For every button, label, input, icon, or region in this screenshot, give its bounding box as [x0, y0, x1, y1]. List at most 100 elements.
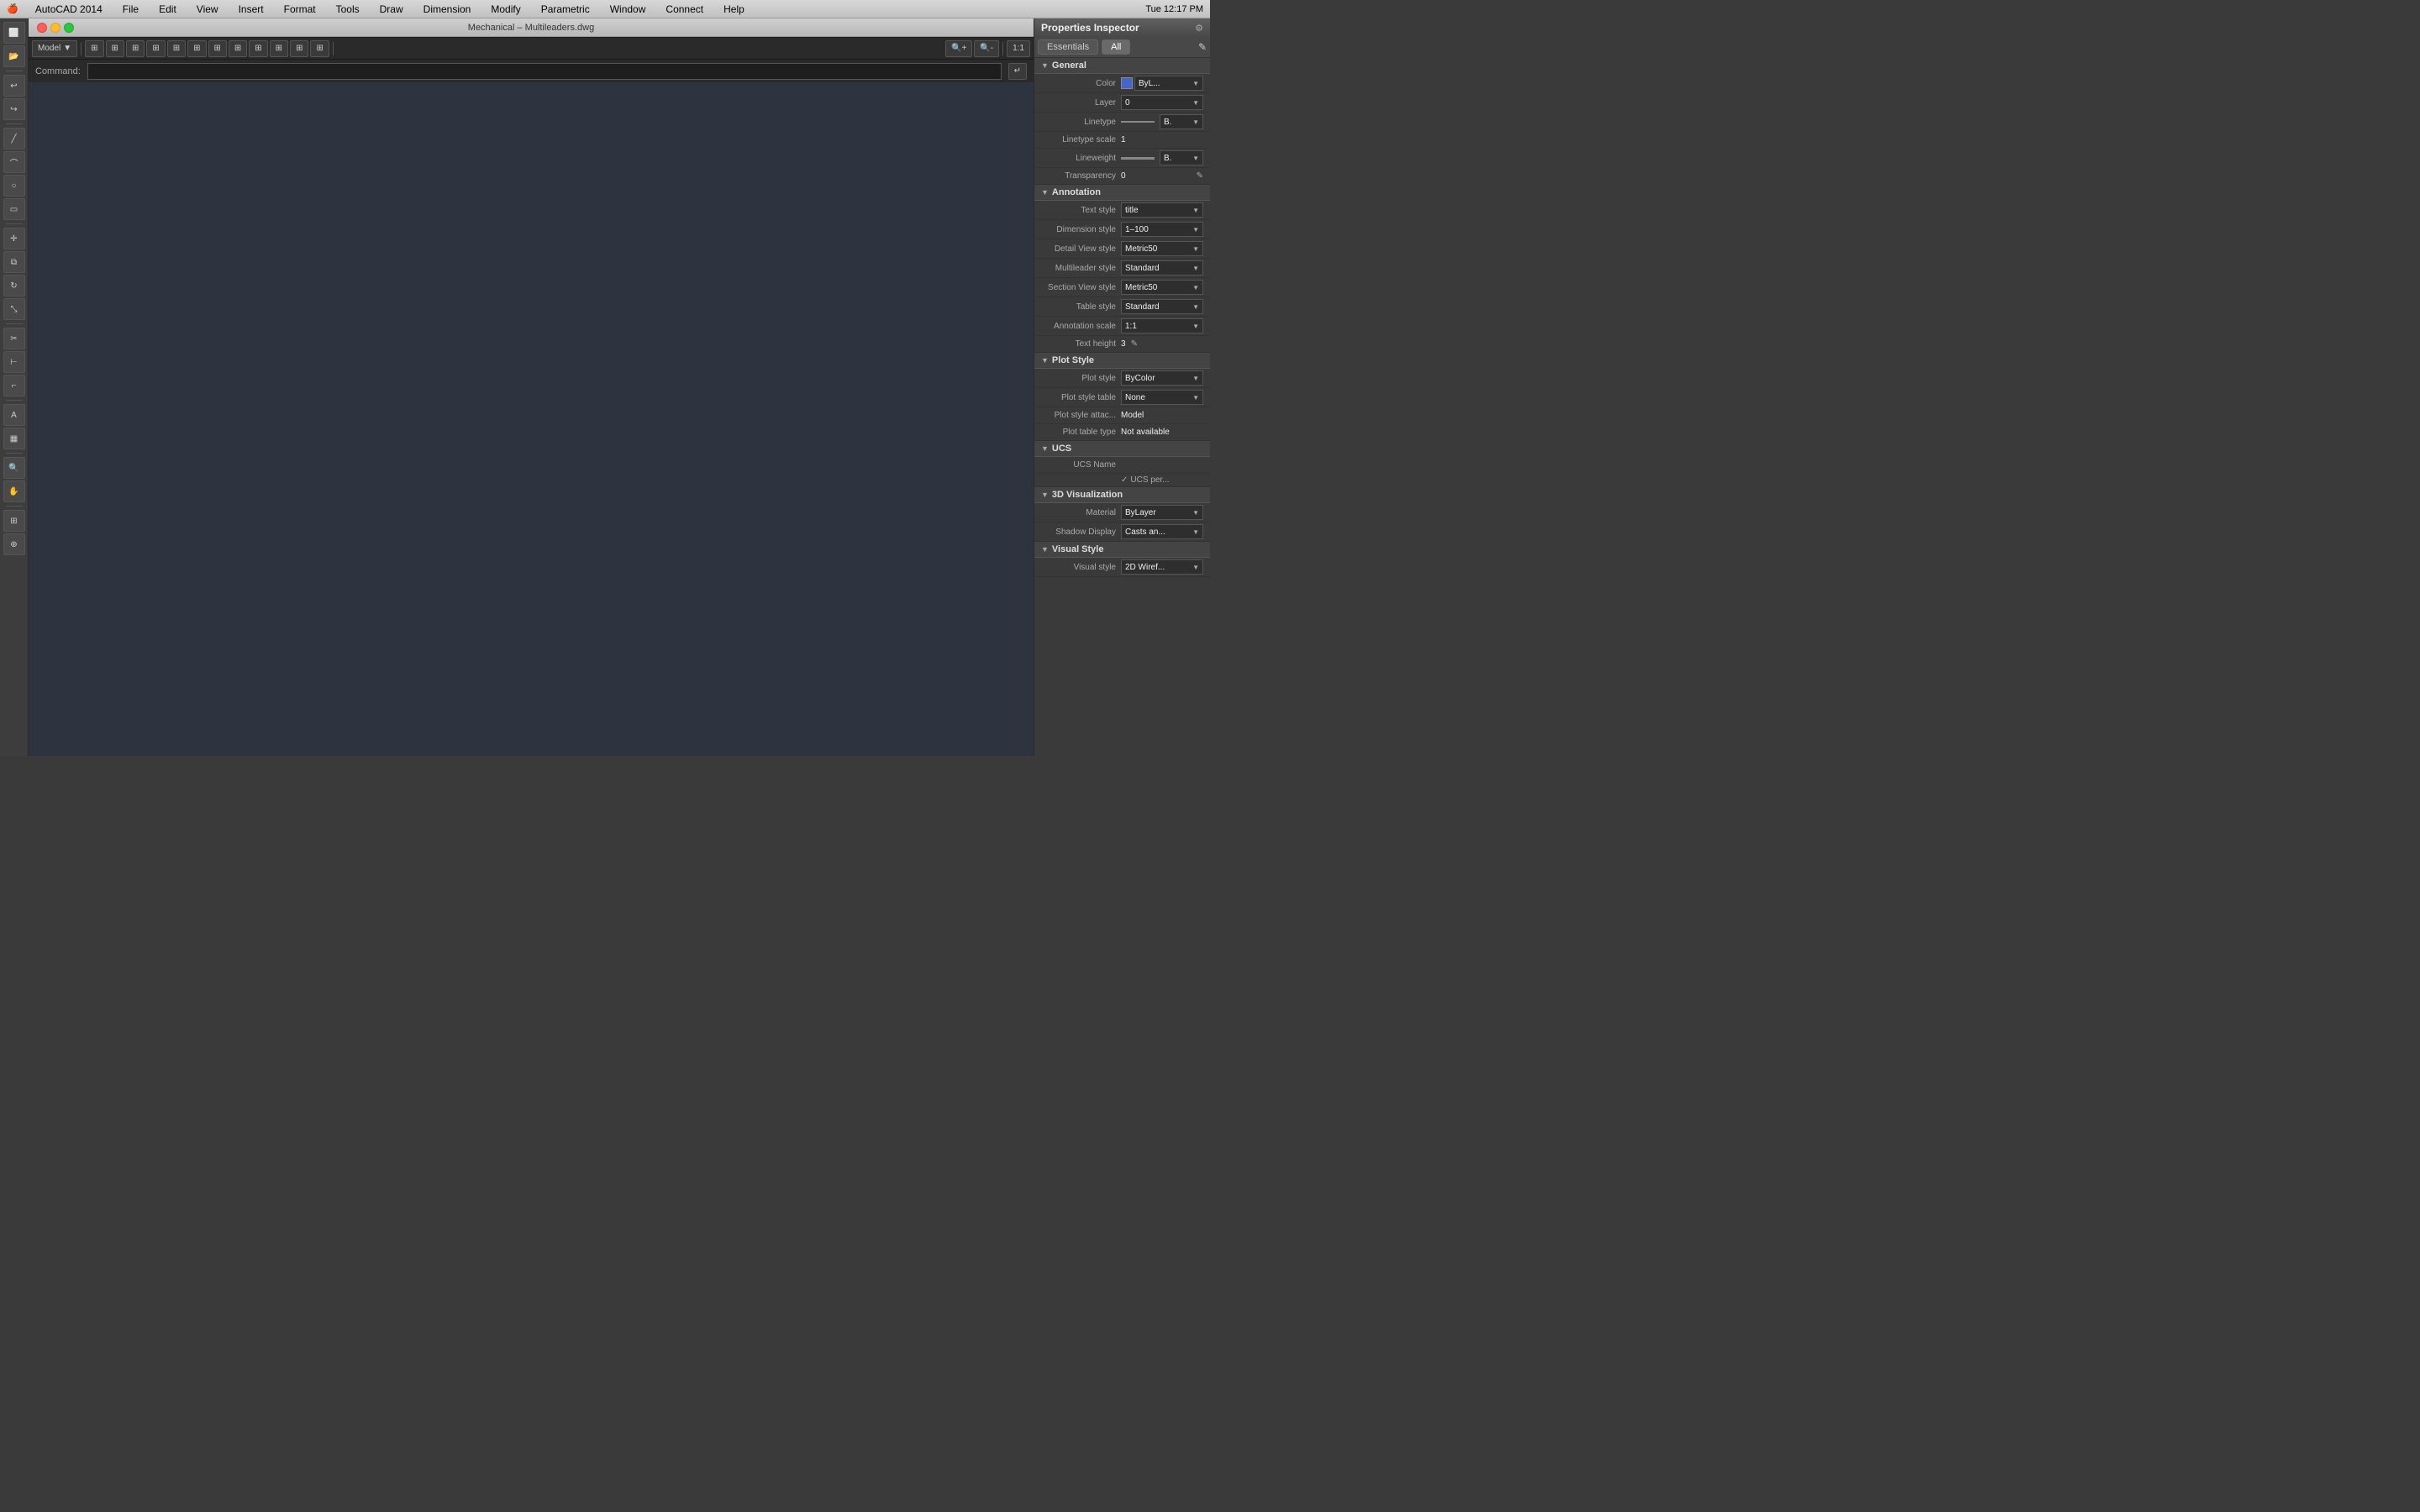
detail-view-style-value: Metric50	[1125, 244, 1157, 254]
tool-grid[interactable]: ⊞	[3, 510, 25, 532]
lineweight-dropdown[interactable]: B. ▼	[1160, 150, 1203, 165]
props-titlebar: Properties Inspector ⚙	[1034, 18, 1210, 37]
section-view-style-value: Metric50	[1125, 283, 1157, 292]
model-tab-btn[interactable]: Model ▼	[32, 40, 77, 57]
general-section-header[interactable]: ▼ General	[1034, 58, 1210, 74]
tool-arc[interactable]: ⌒	[3, 151, 25, 173]
tool-copy[interactable]: ⧉	[3, 251, 25, 273]
tool-extend[interactable]: ⊢	[3, 351, 25, 373]
tpmode-btn[interactable]: ⊞	[270, 40, 288, 57]
zoom-in-btn[interactable]: 🔍+	[945, 40, 972, 57]
props-tab-essentials[interactable]: Essentials	[1038, 39, 1098, 55]
layer-dropdown-arrow: ▼	[1192, 99, 1199, 107]
isnap-btn[interactable]: ⊞	[167, 40, 186, 57]
visual-style-section-header[interactable]: ▼ Visual Style	[1034, 542, 1210, 558]
linetype-dropdown[interactable]: B. ▼	[1160, 114, 1203, 129]
props-tab-all[interactable]: All	[1102, 39, 1130, 55]
zoom-out-btn[interactable]: 🔍-	[974, 40, 999, 57]
window-close-btn[interactable]	[37, 23, 47, 33]
plot-style-dropdown-arrow: ▼	[1192, 375, 1199, 382]
dyn-btn[interactable]: ⊞	[229, 40, 247, 57]
command-enter[interactable]: ↵	[1008, 63, 1027, 80]
tool-new[interactable]: ⬜	[3, 22, 25, 44]
tool-snap[interactable]: ⊕	[3, 533, 25, 555]
tool-fillet[interactable]: ⌐	[3, 375, 25, 396]
apple-menu[interactable]: 🍎	[7, 3, 18, 14]
polar-btn[interactable]: ⊞	[146, 40, 165, 57]
menu-format[interactable]: Format	[281, 3, 319, 15]
sc-btn[interactable]: ⊞	[310, 40, 329, 57]
linetype-dropdown-arrow: ▼	[1192, 118, 1199, 126]
otrack-btn[interactable]: ⊞	[187, 40, 206, 57]
annotation-section-header[interactable]: ▼ Annotation	[1034, 185, 1210, 201]
multileader-style-dropdown[interactable]: Standard ▼	[1121, 260, 1203, 276]
toolbar-separator	[6, 506, 23, 507]
grid-btn[interactable]: ⊞	[106, 40, 124, 57]
shadow-display-dropdown[interactable]: Casts an... ▼	[1121, 524, 1203, 539]
menu-tools[interactable]: Tools	[333, 3, 363, 15]
annotation-scale-value: 1:1	[1125, 322, 1137, 331]
transparency-edit-icon[interactable]: ✎	[1197, 171, 1203, 181]
menu-modify[interactable]: Modify	[487, 3, 523, 15]
tool-line[interactable]: ╱	[3, 128, 25, 150]
menu-help[interactable]: Help	[720, 3, 748, 15]
ortho-btn[interactable]: ⊞	[126, 40, 145, 57]
transparency-value: 0	[1121, 171, 1126, 181]
tool-circle[interactable]: ○	[3, 175, 25, 197]
tool-redo[interactable]: ↪	[3, 98, 25, 120]
section-view-style-dropdown[interactable]: Metric50 ▼	[1121, 280, 1203, 295]
plot-style-section-header[interactable]: ▼ Plot Style	[1034, 353, 1210, 369]
menu-insert[interactable]: Insert	[235, 3, 267, 15]
props-settings-icon[interactable]: ⚙	[1195, 23, 1203, 34]
tool-hatch[interactable]: ▦	[3, 428, 25, 449]
text-height-edit-icon[interactable]: ✎	[1131, 339, 1138, 349]
tool-undo[interactable]: ↩	[3, 75, 25, 97]
material-dropdown[interactable]: ByLayer ▼	[1121, 505, 1203, 520]
clock: Tue 12:17 PM	[1145, 4, 1203, 14]
tool-trim[interactable]: ✂	[3, 328, 25, 349]
tool-rect[interactable]: ▭	[3, 198, 25, 220]
plot-style-dropdown[interactable]: ByColor ▼	[1121, 370, 1203, 386]
detail-view-style-dropdown[interactable]: Metric50 ▼	[1121, 241, 1203, 256]
layer-label: Layer	[1041, 98, 1121, 108]
annotation-scale-dropdown[interactable]: 1:1 ▼	[1121, 318, 1203, 333]
menu-edit[interactable]: Edit	[155, 3, 180, 15]
linetype-label: Linetype	[1041, 118, 1121, 127]
plot-style-attac-row: Plot style attac... Model	[1034, 407, 1210, 424]
scale-display: 1:1	[1007, 40, 1030, 57]
section-view-style-label: Section View style	[1041, 283, 1121, 292]
tool-text[interactable]: A	[3, 404, 25, 426]
menu-file[interactable]: File	[119, 3, 142, 15]
menu-autocad[interactable]: AutoCAD 2014	[32, 3, 106, 15]
props-edit-icon[interactable]: ✎	[1198, 41, 1207, 53]
table-style-dropdown[interactable]: Standard ▼	[1121, 299, 1203, 314]
qp-btn[interactable]: ⊞	[290, 40, 308, 57]
snap-btn[interactable]: ⊞	[85, 40, 103, 57]
ucs-section-header[interactable]: ▼ UCS	[1034, 441, 1210, 457]
menu-draw[interactable]: Draw	[376, 3, 407, 15]
tool-open[interactable]: 📂	[3, 45, 25, 67]
tool-rotate[interactable]: ↻	[3, 275, 25, 297]
visual-style-dropdown[interactable]: 2D Wiref... ▼	[1121, 559, 1203, 575]
dimension-style-dropdown[interactable]: 1–100 ▼	[1121, 222, 1203, 237]
menu-window[interactable]: Window	[607, 3, 650, 15]
lweight-btn[interactable]: ⊞	[249, 40, 267, 57]
tool-pan[interactable]: ✋	[3, 480, 25, 502]
menu-connect[interactable]: Connect	[662, 3, 707, 15]
color-dropdown[interactable]: ByL... ▼	[1134, 76, 1203, 91]
tool-move[interactable]: ✛	[3, 228, 25, 249]
command-label: Command:	[35, 66, 81, 76]
window-minimize-btn[interactable]	[50, 23, 60, 33]
tool-scale[interactable]: ⤡	[3, 298, 25, 320]
menu-parametric[interactable]: Parametric	[538, 3, 593, 15]
command-input[interactable]	[87, 63, 1002, 80]
menu-view[interactable]: View	[193, 3, 222, 15]
ducs-btn[interactable]: ⊞	[208, 40, 227, 57]
text-style-dropdown[interactable]: title ▼	[1121, 202, 1203, 218]
tool-zoom[interactable]: 🔍	[3, 457, 25, 479]
plot-style-table-dropdown[interactable]: None ▼	[1121, 390, 1203, 405]
window-maximize-btn[interactable]	[64, 23, 74, 33]
viz3d-section-header[interactable]: ▼ 3D Visualization	[1034, 487, 1210, 503]
layer-dropdown[interactable]: 0 ▼	[1121, 95, 1203, 110]
menu-dimension[interactable]: Dimension	[420, 3, 475, 15]
